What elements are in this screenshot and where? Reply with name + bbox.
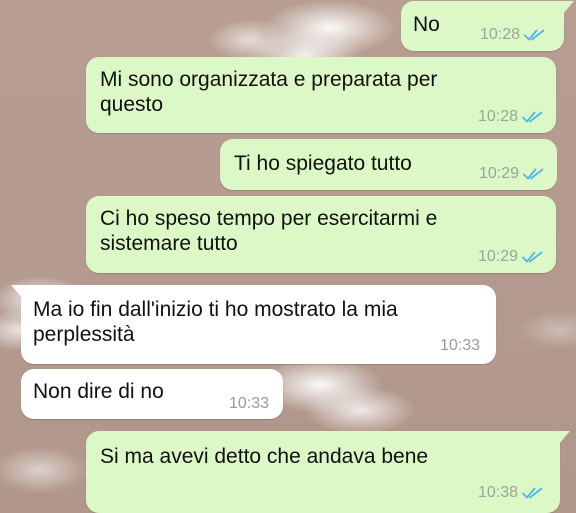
message-text: Ti ho spiegato tutto <box>234 152 412 175</box>
double-check-icon <box>524 29 545 41</box>
bubble-tail <box>11 285 23 299</box>
message-text-line: questo <box>100 93 164 116</box>
message-time: 10:28 <box>479 26 520 43</box>
message-bubble-outgoing[interactable]: Mi sono organizzata e preparata per ques… <box>86 57 556 133</box>
message-time: 10:29 <box>477 248 518 265</box>
double-check-icon <box>522 487 543 499</box>
message-text: Si ma avevi detto che andava bene <box>100 445 429 468</box>
double-check-icon <box>522 111 543 123</box>
bubble-tail <box>558 431 570 445</box>
message-text-line: perplessità <box>33 323 135 346</box>
message-meta: 10:29 <box>478 248 544 266</box>
message-time: 10:33 <box>439 337 480 354</box>
bubble-tail <box>562 1 574 15</box>
message-meta: 10:33 <box>440 337 480 355</box>
message-text-line: sistemare tutto <box>100 232 238 255</box>
message-bubble-incoming[interactable]: Non dire di no 10:33 <box>21 369 283 419</box>
message-bubble-outgoing[interactable]: Si ma avevi detto che andava bene 10:38 <box>86 431 570 513</box>
message-meta: 10:28 <box>480 26 546 44</box>
message-bubble-incoming[interactable]: Ma io fin dall'inizio ti ho mostrato la … <box>11 285 496 364</box>
message-bubble-outgoing[interactable]: No 10:28 <box>401 1 574 51</box>
message-meta: 10:33 <box>229 395 269 413</box>
message-time: 10:29 <box>478 165 519 182</box>
message-time: 10:38 <box>477 484 518 501</box>
message-text-line: Ma io fin dall'inizio ti ho mostrato la … <box>33 298 398 321</box>
double-check-icon <box>523 168 544 180</box>
message-text: Non dire di no <box>33 380 164 403</box>
message-text-line: Ci ho speso tempo per esercitarmi e <box>100 207 438 230</box>
message-text-line: Mi sono organizzata e preparata per <box>100 68 438 91</box>
message-meta: 10:38 <box>478 484 544 502</box>
message-time: 10:28 <box>477 108 518 125</box>
message-text: No <box>413 13 440 36</box>
message-meta: 10:28 <box>478 108 544 126</box>
message-bubble-outgoing[interactable]: Ci ho speso tempo per esercitarmi e sist… <box>86 196 556 273</box>
message-bubble-outgoing[interactable]: Ti ho spiegato tutto 10:29 <box>220 139 557 190</box>
message-time: 10:33 <box>228 395 269 412</box>
double-check-icon <box>522 251 543 263</box>
message-meta: 10:29 <box>479 165 545 183</box>
